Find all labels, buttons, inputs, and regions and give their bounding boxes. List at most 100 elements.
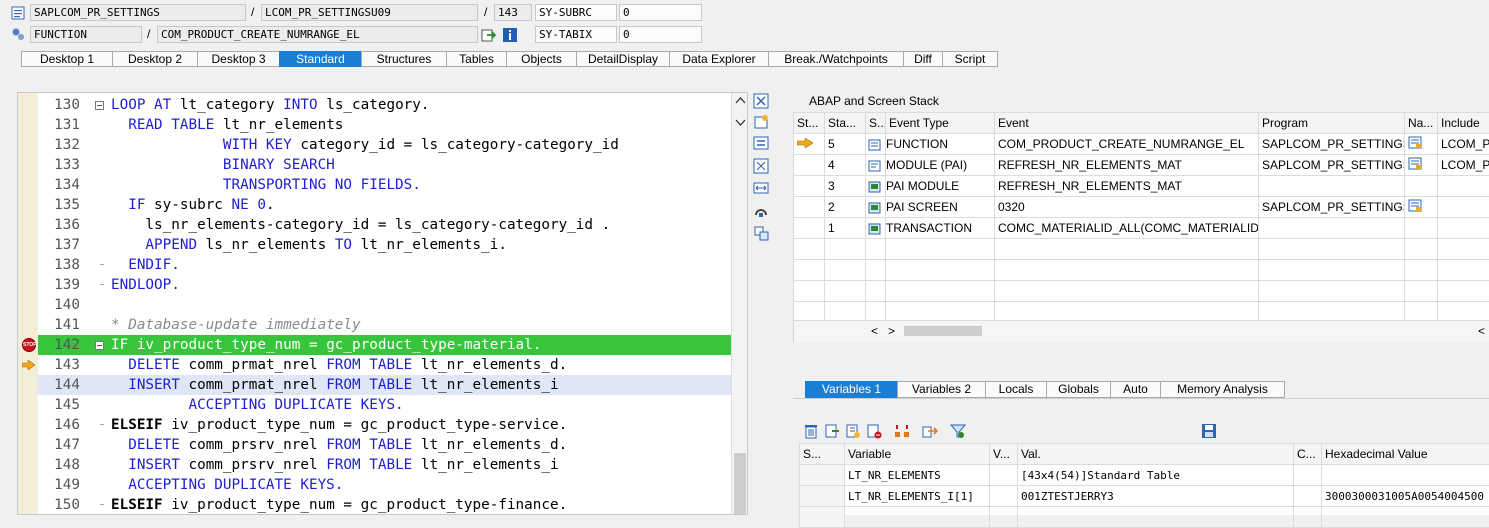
tab-structures[interactable]: Structures [361, 51, 446, 67]
tab-script[interactable]: Script [942, 51, 998, 67]
event-type-cell[interactable]: PAI SCREEN [886, 197, 995, 218]
include-cell[interactable] [1438, 176, 1489, 197]
stack-row[interactable]: 3PAI MODULEREFRESH_NR_ELEMENTS_MAT [794, 176, 1489, 197]
navigate-cell[interactable] [1405, 134, 1438, 155]
code-line[interactable]: 135 IF sy-subrc NE 0. [38, 195, 731, 215]
delete-icon[interactable] [803, 423, 819, 439]
hex-value-cell[interactable]: 3000300031005A0054004500 [1322, 486, 1489, 507]
hierarchy-icon[interactable] [894, 423, 910, 439]
tab-locals[interactable]: Locals [985, 381, 1046, 398]
column-header[interactable]: V... [990, 444, 1018, 465]
tab-data-explorer[interactable]: Data Explorer [669, 51, 768, 67]
breakpoint-stop-icon[interactable]: STOP [22, 338, 36, 352]
program-cell[interactable]: SAPLCOM_PR_SETTINGS [1259, 155, 1405, 176]
status-cell[interactable] [794, 155, 825, 176]
scroll-thumb[interactable] [734, 453, 746, 515]
navigate-cell[interactable] [1405, 218, 1438, 239]
level-cell[interactable]: 5 [825, 134, 866, 155]
swap-icon[interactable] [753, 135, 769, 151]
event-cell[interactable]: REFRESH_NR_ELEMENTS_MAT [995, 176, 1259, 197]
code-line[interactable]: 147 DELETE comm_prsrv_nrel FROM TABLE lt… [38, 435, 731, 455]
variable-name-cell[interactable]: LT_NR_ELEMENTS_I[1] [845, 486, 990, 507]
variable-value-cell[interactable]: [43x4(54)]Standard Table [1018, 465, 1294, 486]
navigate-cell[interactable] [1405, 155, 1438, 176]
sysvar-value-field[interactable]: 0 [619, 4, 702, 21]
edit-icon[interactable] [845, 423, 861, 439]
scroll-up-icon[interactable] [735, 96, 746, 104]
source-code-editor[interactable]: 130LOOP AT lt_category INTO ls_category.… [17, 92, 748, 515]
column-header[interactable]: Sta... [825, 113, 866, 134]
code-line[interactable]: 137 APPEND ls_nr_elements TO lt_nr_eleme… [38, 235, 731, 255]
new-tool-icon[interactable] [753, 114, 769, 130]
hex-value-cell[interactable] [1322, 465, 1489, 486]
export-icon[interactable] [922, 423, 938, 439]
scroll-left-icon[interactable]: < [871, 324, 878, 338]
tab-objects[interactable]: Objects [506, 51, 576, 67]
event-cell[interactable]: REFRESH_NR_ELEMENTS_MAT [995, 155, 1259, 176]
status-cell[interactable] [794, 197, 825, 218]
code-line[interactable]: 139ENDLOOP. [38, 275, 731, 295]
empty-cell[interactable] [845, 507, 990, 528]
tab-globals[interactable]: Globals [1046, 381, 1110, 398]
code-line[interactable]: 148 INSERT comm_prsrv_nrel FROM TABLE lt… [38, 455, 731, 475]
variable-name-cell[interactable]: LT_NR_ELEMENTS [845, 465, 990, 486]
program-cell[interactable] [1259, 176, 1405, 197]
include-cell[interactable] [1438, 197, 1489, 218]
tab-variables-2[interactable]: Variables 2 [897, 381, 985, 398]
remove-icon[interactable] [866, 423, 882, 439]
source-navigate-icon[interactable] [1408, 136, 1422, 149]
scroll-down-icon[interactable] [735, 119, 746, 127]
stack-row[interactable]: 4MODULE (PAI)REFRESH_NR_ELEMENTS_MATSAPL… [794, 155, 1489, 176]
code-line[interactable]: 149 ACCEPTING DUPLICATE KEYS. [38, 475, 731, 495]
column-header[interactable]: Event Type [886, 113, 995, 134]
line-number-field[interactable]: 143 [494, 4, 532, 21]
column-header[interactable]: Na... [1405, 113, 1438, 134]
variable-value-cell[interactable]: 001ZTESTJERRY3 [1018, 486, 1294, 507]
tab-desktop-2[interactable]: Desktop 2 [112, 51, 197, 67]
stack-hscrollbar[interactable]: < > < [794, 320, 1489, 342]
code-line[interactable]: 132 WITH KEY category_id = ls_category-c… [38, 135, 731, 155]
tab-desktop-1[interactable]: Desktop 1 [21, 51, 112, 67]
services-icon[interactable] [753, 203, 769, 219]
code-line[interactable]: 133 BINARY SEARCH [38, 155, 731, 175]
table-row[interactable] [800, 507, 1489, 528]
event-type-cell[interactable]: MODULE (PAI) [886, 155, 995, 176]
column-header[interactable]: Variable [845, 444, 990, 465]
event-type-cell[interactable]: TRANSACTION [886, 218, 995, 239]
program-cell[interactable] [1259, 218, 1405, 239]
code-line[interactable]: 136 ls_nr_elements-category_id = ls_cate… [38, 215, 731, 235]
scroll-thumb[interactable] [904, 326, 982, 336]
row-selector[interactable] [800, 465, 845, 486]
info-icon[interactable] [502, 27, 518, 43]
object-type-field[interactable]: FUNCTION [30, 26, 142, 43]
event-cell[interactable]: COM_PRODUCT_CREATE_NUMRANGE_EL [995, 134, 1259, 155]
close-layout-icon[interactable] [753, 93, 769, 109]
collapse-icon[interactable] [95, 341, 104, 350]
level-cell[interactable]: 3 [825, 176, 866, 197]
include-cell[interactable]: LCOM_PR [1438, 134, 1489, 155]
column-header[interactable]: Hexadecimal Value [1322, 444, 1489, 465]
column-header[interactable]: Include [1438, 113, 1489, 134]
tab-detaildisplay[interactable]: DetailDisplay [576, 51, 669, 67]
code-line[interactable]: 138 ENDIF. [38, 255, 731, 275]
program-cell[interactable]: SAPLCOM_PR_SETTINGS [1259, 134, 1405, 155]
scroll-right-icon[interactable]: > [888, 324, 895, 338]
code-line[interactable]: 144 INSERT comm_prmat_nrel FROM TABLE lt… [38, 375, 731, 395]
row-selector[interactable] [800, 486, 845, 507]
stack-row[interactable]: 1TRANSACTIONCOMC_MATERIALID_ALL(COMC_MAT… [794, 218, 1489, 239]
status-cell[interactable] [794, 218, 825, 239]
stack-row[interactable]: 5FUNCTIONCOM_PRODUCT_CREATE_NUMRANGE_ELS… [794, 134, 1489, 155]
include-cell[interactable]: LCOM_PR [1438, 155, 1489, 176]
include-cell[interactable] [1438, 218, 1489, 239]
collapse-icon[interactable] [95, 101, 104, 110]
navigate-icon[interactable] [481, 27, 497, 43]
source-navigate-icon[interactable] [1408, 199, 1422, 212]
include-field[interactable]: LCOM_PR_SETTINGSU09 [261, 4, 478, 21]
editor-scrollbar[interactable] [731, 93, 748, 514]
empty-cell[interactable] [1018, 507, 1294, 528]
status-cell[interactable] [794, 176, 825, 197]
level-cell[interactable]: 2 [825, 197, 866, 218]
level-cell[interactable]: 1 [825, 218, 866, 239]
code-line[interactable]: 146ELSEIF iv_product_type_num = gc_produ… [38, 415, 731, 435]
event-cell[interactable]: 0320 [995, 197, 1259, 218]
